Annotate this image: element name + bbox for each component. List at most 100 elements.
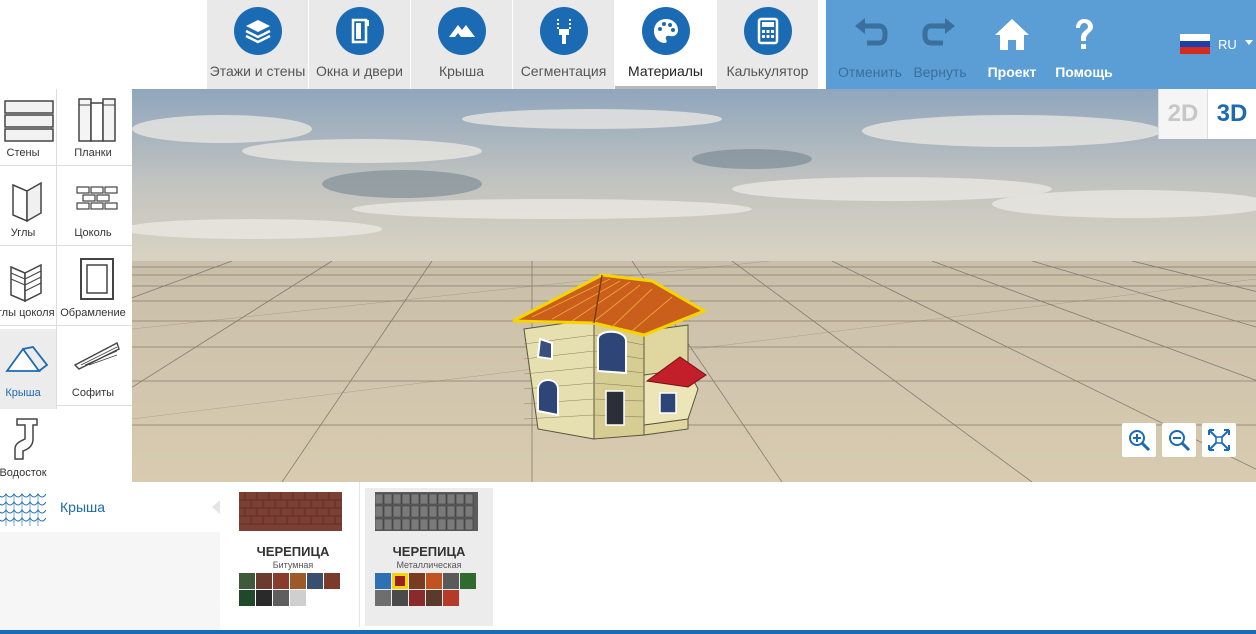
category-trim-strips[interactable]: Планки: [60, 89, 126, 169]
roof-icon: [438, 7, 486, 55]
corner-icon: [12, 181, 42, 223]
color-swatch[interactable]: [409, 573, 425, 589]
fit-screen-icon: [1208, 429, 1230, 451]
category-corners[interactable]: Углы: [0, 169, 56, 249]
color-swatch[interactable]: [375, 590, 391, 606]
color-swatch[interactable]: [256, 590, 272, 606]
category-label: Углы цоколя: [0, 307, 55, 319]
material-title: ЧЕРЕПИЦА: [256, 544, 330, 559]
category-label: Цоколь: [74, 227, 112, 239]
material-subtitle: Металлическая: [396, 560, 462, 570]
2d-view-button[interactable]: 2D: [1158, 89, 1207, 139]
category-label: Стены: [6, 147, 40, 159]
color-swatch[interactable]: [307, 573, 323, 589]
color-swatch[interactable]: [443, 590, 459, 606]
divider: [359, 482, 360, 627]
zoom-in-button[interactable]: [1122, 423, 1156, 457]
tab-label: Материалы: [628, 63, 703, 79]
tab-materials[interactable]: Материалы: [615, 0, 717, 89]
material-title: ЧЕРЕПИЦА: [392, 544, 466, 559]
tab-label: Окна и двери: [316, 63, 403, 79]
color-swatch[interactable]: [290, 573, 306, 589]
category-plinth-corners[interactable]: Углы цоколя: [0, 249, 56, 329]
plinth-corner-icon: [10, 263, 42, 303]
color-swatch[interactable]: [426, 573, 442, 589]
fit-screen-button[interactable]: [1202, 423, 1236, 457]
brick-icon: [76, 186, 118, 210]
help-button[interactable]: Помощь: [1048, 0, 1120, 89]
zoom-out-icon: [1169, 430, 1191, 452]
tab-calculator[interactable]: Калькулятор: [717, 0, 819, 89]
3d-view-button[interactable]: 3D: [1207, 89, 1256, 139]
color-swatch[interactable]: [426, 590, 442, 606]
material-subtitle: Битумная: [272, 560, 314, 570]
material-card-metal-tile[interactable]: ЧЕРЕПИЦА Металлическая: [365, 488, 493, 626]
color-swatch[interactable]: [273, 590, 289, 606]
home-icon: [995, 19, 1029, 50]
question-mark-icon: [1076, 19, 1093, 49]
toolbar-blank-area: [0, 0, 207, 89]
materials-panel: Крыша ЧЕРЕПИЦА Битумная ЧЕРЕПИЦА Металли…: [0, 482, 1256, 634]
category-roof[interactable]: Крыша: [0, 329, 56, 409]
trim-strips-icon: [78, 98, 116, 142]
color-swatch[interactable]: [375, 573, 391, 589]
color-swatch[interactable]: [392, 573, 408, 589]
color-swatch[interactable]: [256, 573, 272, 589]
bottom-accent-line: [0, 630, 1256, 634]
color-swatch[interactable]: [443, 573, 459, 589]
calculator-icon: [744, 7, 792, 55]
russia-flag-icon: [1180, 34, 1210, 55]
tab-label: Сегментация: [520, 63, 607, 79]
color-swatch[interactable]: [324, 573, 340, 589]
color-swatch[interactable]: [392, 590, 408, 606]
category-label: Водосток: [0, 467, 47, 479]
category-soffits[interactable]: Софиты: [60, 329, 126, 409]
color-swatch[interactable]: [409, 590, 425, 606]
pointer-arrow: [212, 500, 220, 514]
color-swatch[interactable]: [273, 573, 289, 589]
color-swatch[interactable]: [239, 573, 255, 589]
tab-label: Калькулятор: [726, 63, 809, 79]
category-label: Углы: [10, 227, 36, 239]
roof-outline-icon: [5, 346, 49, 372]
paint-roller-icon: [540, 7, 588, 55]
zoom-out-button[interactable]: [1162, 423, 1196, 457]
gutter-icon: [14, 418, 38, 460]
color-swatch[interactable]: [239, 590, 255, 606]
tab-roof[interactable]: Крыша: [411, 0, 513, 89]
category-label: Обрамление: [60, 307, 126, 319]
category-framing[interactable]: Обрамление: [60, 249, 126, 329]
view-mode-toggle: 2D 3D: [1158, 89, 1256, 139]
category-walls[interactable]: Стены: [0, 89, 56, 169]
selected-category-label: Крыша: [60, 499, 106, 515]
material-card-bitumen-tile[interactable]: ЧЕРЕПИЦА Битумная: [229, 488, 357, 626]
undo-icon: [855, 18, 888, 46]
redo-icon: [922, 18, 955, 46]
category-label: Софиты: [71, 387, 115, 399]
category-gutter[interactable]: Водосток: [0, 409, 56, 489]
category-plinth[interactable]: Цоколь: [60, 169, 126, 249]
tab-floors-and-walls[interactable]: Этажи и стены: [207, 0, 309, 89]
divider: [56, 89, 57, 409]
door-icon: [336, 7, 384, 55]
selected-category[interactable]: Крыша: [0, 482, 220, 532]
siding-panels-icon: [4, 100, 54, 142]
layers-icon: [234, 7, 282, 55]
frame-icon: [80, 258, 114, 300]
zoom-in-icon: [1129, 430, 1151, 452]
tab-segmentation[interactable]: Сегментация: [513, 0, 615, 89]
roof-tiles-icon: [0, 493, 46, 526]
color-swatch[interactable]: [460, 573, 476, 589]
3d-viewport[interactable]: 2D 3D: [132, 89, 1256, 482]
category-label: Крыша: [5, 387, 41, 399]
tab-windows-and-doors[interactable]: Окна и двери: [309, 0, 411, 89]
language-selector[interactable]: RU: [1180, 34, 1256, 56]
category-label: Планки: [74, 147, 112, 159]
color-swatch[interactable]: [290, 590, 306, 606]
material-thumbnail: [239, 492, 342, 531]
help-label: Помощь: [1055, 64, 1113, 80]
palette-icon: [642, 7, 690, 55]
main-tabs: Этажи и стены Окна и двери Крыша Сегмент…: [207, 0, 819, 89]
material-category-panel: Стены Планки Углы Цоколь лы цоколя Обрам…: [0, 89, 132, 482]
soffit-icon: [73, 341, 120, 370]
